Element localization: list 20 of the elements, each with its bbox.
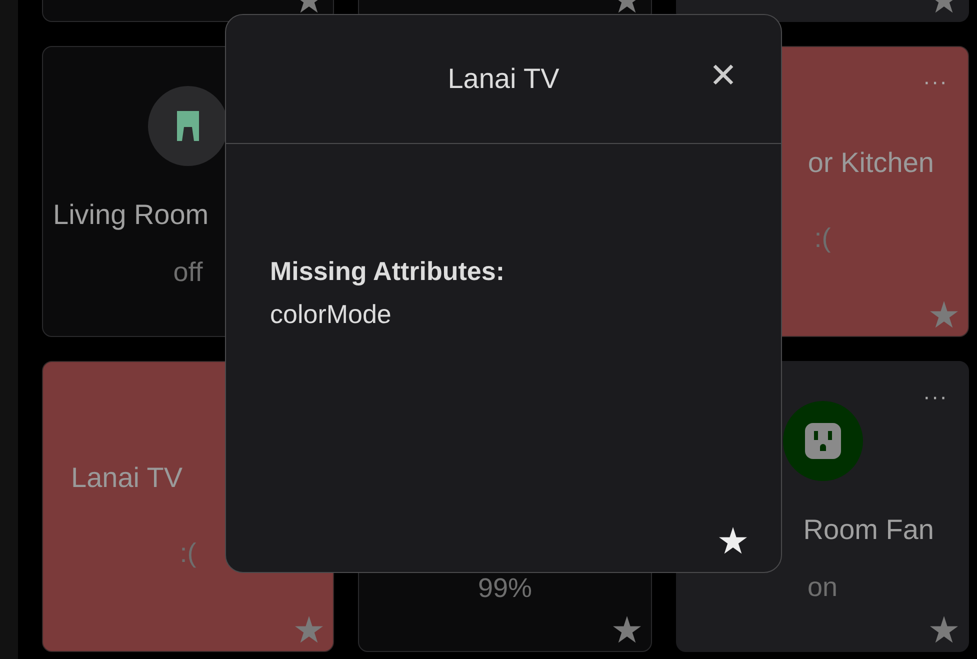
device-state: on bbox=[807, 571, 838, 604]
close-button[interactable]: ✕ bbox=[709, 59, 737, 93]
device-name: Room Fan bbox=[803, 513, 934, 547]
device-name: Living Room bbox=[53, 198, 209, 232]
device-state: 99% bbox=[478, 572, 532, 605]
star-icon[interactable] bbox=[930, 616, 958, 643]
more-menu[interactable]: ··· bbox=[923, 384, 948, 410]
more-menu[interactable]: ··· bbox=[923, 69, 948, 95]
star-icon[interactable] bbox=[930, 301, 958, 328]
device-name: or Kitchen bbox=[808, 146, 934, 180]
device-state: :( bbox=[180, 537, 196, 570]
star-icon[interactable] bbox=[719, 527, 747, 554]
lamp-icon bbox=[175, 109, 201, 143]
device-state: off bbox=[173, 256, 203, 289]
device-state: :( bbox=[814, 222, 831, 255]
dialog-title: Lanai TV bbox=[448, 63, 560, 95]
outlet-icon bbox=[804, 422, 842, 460]
device-name: Lanai TV bbox=[71, 461, 183, 495]
star-icon[interactable] bbox=[613, 616, 641, 643]
star-icon[interactable] bbox=[295, 616, 323, 643]
